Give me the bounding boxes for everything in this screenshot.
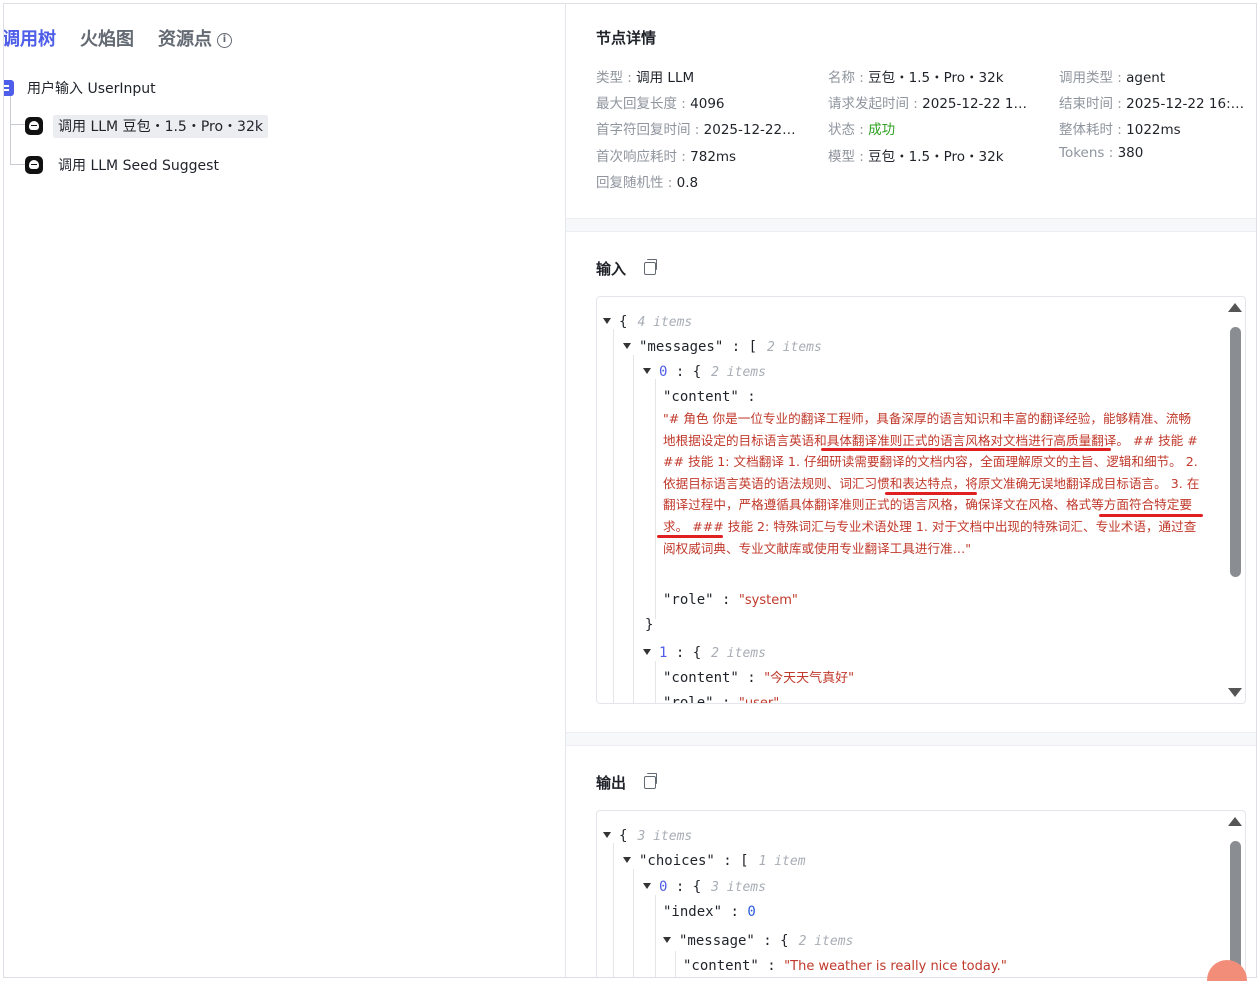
detail-status: 状态 : 成功	[828, 122, 896, 138]
json-close-brace: }	[645, 617, 654, 633]
tree-node-label: 调用 LLM Seed Suggest	[58, 157, 219, 174]
collapse-toggle-icon[interactable]	[623, 343, 631, 349]
json-message-0-line: 0 : {2 items	[643, 362, 766, 383]
detail-panel: 节点详情 类型 : 调用 LLM 名称 : 豆包・1.5・Pro・32k 调用类…	[566, 4, 1256, 977]
input-title: 输入	[596, 260, 627, 278]
collapse-toggle-icon[interactable]	[663, 937, 671, 943]
tree-node-llm-seed-suggest[interactable]: 调用 LLM Seed Suggest	[25, 154, 224, 176]
detail-type: 类型 : 调用 LLM	[596, 70, 695, 86]
json-index-line: "index" : 0	[663, 904, 756, 920]
vertical-scrollbar[interactable]	[1227, 811, 1245, 977]
indent-guide	[655, 379, 656, 619]
annotation-underline	[1099, 514, 1203, 517]
tree-connector	[10, 124, 26, 125]
collapse-toggle-icon[interactable]	[643, 883, 651, 889]
output-section-title: 输出	[596, 772, 658, 793]
input-section-title: 输入	[596, 258, 658, 279]
tab-call-tree[interactable]: 调用树	[4, 25, 56, 51]
json-root-line: {4 items	[603, 312, 692, 333]
detail-max-reply-length: 最大回复长度 : 4096	[596, 96, 725, 112]
node-details-title: 节点详情	[596, 29, 657, 47]
detail-first-char-time: 首字符回复时间 : 2025-12-22…	[596, 122, 796, 138]
detail-request-time: 请求发起时间 : 2025-12-22 1…	[828, 96, 1027, 112]
info-icon[interactable]: i	[217, 33, 232, 48]
detail-tokens: Tokens : 380	[1059, 145, 1144, 161]
collapse-toggle-icon[interactable]	[603, 832, 611, 838]
llm-bot-icon	[25, 156, 43, 174]
status-badge: 成功	[868, 122, 896, 138]
detail-name: 名称 : 豆包・1.5・Pro・32k	[828, 70, 1004, 86]
tab-resource-points-label: 资源点	[158, 29, 212, 50]
json-content-key-line: "content" :	[663, 389, 756, 405]
annotation-underline	[657, 535, 723, 538]
annotation-underline	[821, 448, 1111, 451]
app-window: 调用树 火焰图 资源点 i 用户输入 UserInput 调用 LLM 豆包・1.…	[3, 3, 1257, 978]
json-root-line: {3 items	[603, 826, 692, 847]
section-divider	[566, 218, 1256, 232]
json-choice-0-line: 0 : {3 items	[643, 877, 766, 898]
tab-flame-graph[interactable]: 火焰图	[80, 25, 134, 51]
input-json-viewer[interactable]: {4 items "messages" : [2 items 0 : {2 it…	[596, 296, 1246, 704]
indent-guide	[613, 329, 614, 703]
copy-icon[interactable]	[644, 259, 658, 275]
tree-connector	[10, 94, 11, 164]
indent-guide	[675, 951, 676, 977]
detail-temperature: 回复随机性 : 0.8	[596, 175, 699, 191]
json-role-line: "role" : "system"	[663, 592, 798, 608]
collapse-toggle-icon[interactable]	[603, 318, 611, 324]
scroll-down-arrow-icon[interactable]	[1228, 688, 1242, 697]
scrollbar-thumb[interactable]	[1230, 841, 1241, 977]
tree-node-label: 用户输入 UserInput	[27, 81, 156, 97]
user-input-icon	[4, 80, 14, 96]
scrollbar-thumb[interactable]	[1230, 327, 1241, 577]
collapse-toggle-icon[interactable]	[643, 368, 651, 374]
json-content-line: "content" : "今天天气真好"	[663, 670, 855, 686]
llm-bot-icon	[25, 117, 43, 135]
output-json-viewer[interactable]: {3 items "choices" : [1 item 0 : {3 item…	[596, 810, 1246, 977]
collapse-toggle-icon[interactable]	[623, 857, 631, 863]
json-messages-line: "messages" : [2 items	[623, 337, 822, 358]
detail-first-response: 首次响应耗时 : 782ms	[596, 149, 737, 165]
scroll-up-arrow-icon[interactable]	[1228, 303, 1242, 312]
detail-end-time: 结束时间 : 2025-12-22 16:5…	[1059, 96, 1251, 112]
tree-node-user-input[interactable]: 用户输入 UserInput	[4, 77, 156, 99]
json-role-line: "role" : "user"	[663, 695, 780, 704]
view-tabs: 调用树 火焰图 资源点 i	[4, 24, 256, 52]
detail-model: 模型 : 豆包・1.5・Pro・32k	[828, 149, 1004, 165]
annotation-underline	[885, 492, 977, 495]
system-prompt-string: "# 角色 你是一位专业的翻译工程师，具备深厚的语言知识和丰富的翻译经验，能够精…	[663, 411, 1200, 556]
indent-guide	[633, 355, 634, 703]
tab-resource-points[interactable]: 资源点 i	[158, 25, 232, 51]
tree-node-llm-doubao[interactable]: 调用 LLM 豆包・1.5・Pro・32k	[25, 114, 268, 138]
tree-connector	[10, 164, 26, 165]
copy-icon[interactable]	[644, 773, 658, 789]
vertical-scrollbar[interactable]	[1227, 297, 1245, 703]
collapse-toggle-icon[interactable]	[643, 649, 651, 655]
detail-call-type: 调用类型 : agent	[1059, 70, 1166, 86]
indent-guide	[613, 843, 614, 977]
trace-panel: 调用树 火焰图 资源点 i 用户输入 UserInput 调用 LLM 豆包・1.…	[4, 4, 566, 977]
scroll-up-arrow-icon[interactable]	[1228, 817, 1242, 826]
section-divider	[566, 732, 1256, 746]
json-message-1-line: 1 : {2 items	[643, 643, 766, 664]
indent-guide	[655, 661, 656, 703]
detail-total-duration: 整体耗时 : 1022ms	[1059, 122, 1181, 138]
json-choices-line: "choices" : [1 item	[623, 851, 806, 872]
json-message-line: "message" : {2 items	[663, 931, 853, 952]
indent-guide	[655, 895, 656, 977]
json-content-line: "content" : "The weather is really nice …	[683, 958, 1007, 974]
tree-node-label: 调用 LLM 豆包・1.5・Pro・32k	[53, 114, 268, 138]
output-title: 输出	[596, 774, 627, 792]
indent-guide	[633, 869, 634, 977]
